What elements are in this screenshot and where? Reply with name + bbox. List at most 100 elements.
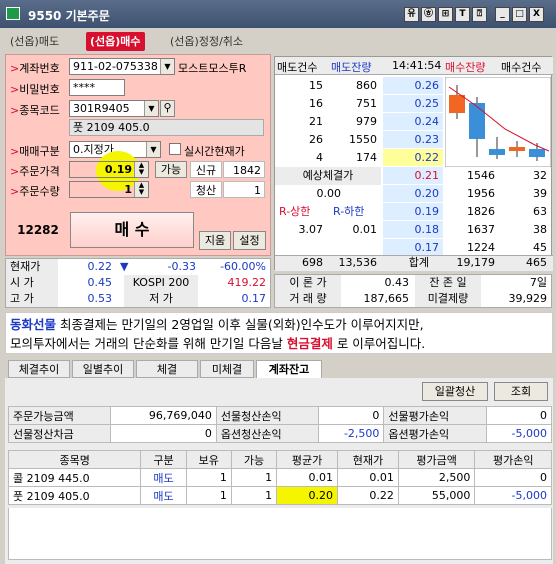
tab-executions[interactable]: 체결 [136,360,198,378]
bulk-clear-button[interactable]: 일괄청산 [422,382,488,401]
notice-tag: 동화선물 [10,317,57,332]
ask-count: 21 [309,115,323,128]
summary-row: 주문가능금액 96,769,040 선물청산손익 0 선물평가손익 0 [7,406,553,425]
ask-price[interactable]: 0.26 [383,77,443,94]
bid-qty: 1637 [467,223,495,236]
ask-count-header: 매도건수 [277,61,318,74]
expected-label: 예상체결가 [275,167,381,185]
bid-price[interactable]: 0.21 [383,167,443,184]
qty-input[interactable]: 1 ▲ ▼ [69,181,149,198]
mini-candle-chart [445,77,551,167]
volume: 187,665 [363,292,410,305]
account-label: >계좌번호 [10,62,60,75]
bid-price[interactable]: 0.17 [383,239,443,256]
tab-account-balance[interactable]: 계좌잔고 [256,360,322,378]
ask-count: 16 [309,97,323,110]
bid-price[interactable]: 0.20 [383,185,443,202]
ask-price-current[interactable]: 0.22 [383,149,443,166]
total-bid-qty: 19,179 [456,256,496,269]
realtime-checkbox[interactable] [169,143,181,155]
help-icon[interactable]: ⍰ [472,7,487,22]
total-bid-count: 465 [526,256,547,269]
tab-unfilled[interactable]: 미체결 [200,360,254,378]
close-button[interactable]: X [529,7,544,22]
balance-panel: 일괄청산 조회 주문가능금액 96,769,040 선물청산손익 0 선물평가손… [5,378,553,564]
order-panel: >계좌번호 911-02-075338 ▼ 모스트모스투R >비밀번호 **** … [5,54,271,256]
bid-price[interactable]: 0.18 [383,221,443,238]
bid-qty: 1956 [467,187,495,200]
r-low-label: R-하한 [333,205,365,218]
ask-count: 4 [316,151,323,164]
candle [509,147,525,151]
notice-emphasis: 현금결제 [286,336,333,351]
current-price: 0.22 [87,260,113,273]
trade-type-label: >매매구분 [10,145,60,158]
low-label: 저 가 [124,291,198,307]
code-name: 풋 2109 405.0 [69,119,264,136]
candle [529,149,545,157]
r-high-label: R-상한 [279,205,311,218]
bid-qty-header: 매수잔량 [445,61,486,74]
stepper-icon[interactable]: ▲ ▼ [134,162,148,177]
notice-text2: 모의투자에서는 거래의 단순화를 위해 만기일 다음날 [10,336,287,351]
candle [469,103,485,139]
code-label: >종목코드 [10,104,60,117]
index-label: KOSPI 200 [124,275,198,291]
available-button[interactable]: 가능 [155,161,187,178]
ask-price[interactable]: 0.23 [383,131,443,148]
bid-price[interactable]: 0.19 [383,203,443,220]
qty-label: >주문수량 [10,185,60,198]
bid-count: 32 [533,169,547,182]
settings-button[interactable]: 설정 [233,231,266,250]
high-price: 0.53 [87,292,113,305]
balance-summary: 주문가능금액 96,769,040 선물청산손익 0 선물평가손익 0 선물정산… [7,406,553,443]
account-select[interactable]: 911-02-075338 ▼ [69,58,175,75]
ask-count: 15 [309,79,323,92]
realtime-label: 실시간현재가 [184,145,245,158]
minimize-button[interactable]: _ [495,7,510,22]
ask-qty: 174 [356,151,377,164]
screen-icon[interactable]: ㉭ [421,7,436,22]
notice-box: 동화선물 최종결제는 만기일의 2영업일 이후 실물(외화)인수도가 이루어지지… [5,312,553,354]
query-button[interactable]: 조회 [494,382,548,401]
ask-price[interactable]: 0.24 [383,113,443,130]
buy-button[interactable]: 매 수 [70,212,194,248]
total-ask-qty: 13,536 [338,256,378,269]
maximize-button[interactable]: □ [512,7,527,22]
link-icon[interactable]: ⊞ [438,7,453,22]
ask-price[interactable]: 0.25 [383,95,443,112]
oi-label: 미결제량 [415,291,481,307]
tab-buy[interactable]: (선옵)매수 [86,32,145,51]
open-interest: 39,929 [508,292,548,305]
chevron-down-icon[interactable]: ▼ [146,142,160,157]
tab-execution-trend[interactable]: 체결추이 [8,360,70,378]
tab-sell[interactable]: (선옵)매도 [10,32,59,51]
bid-count: 63 [533,205,547,218]
pin-icon[interactable]: 유 [404,7,419,22]
title-bar: 9550 기본주문 유 ㉭ ⊞ T ⍰ _ □ X [0,0,556,28]
open-label: 시 가 [6,275,58,291]
positions-header: 종목명 구분 보유 가능 평균가 현재가 평가금액 평가손익 [7,450,552,469]
ask-qty: 751 [356,97,377,110]
ask-qty: 1550 [349,133,377,146]
chevron-down-icon[interactable]: ▼ [160,59,174,74]
table-row[interactable]: 풋 2109 405.0 매도 1 1 0.20 0.22 55,000 -5,… [7,486,552,505]
bid-qty: 1224 [467,241,495,254]
app-icon [6,7,20,20]
search-icon[interactable]: ⚲ [160,100,175,117]
summary-row: 선물정산차금 0 옵션청산손익 -2,500 옵션평가손익 -5,000 [7,424,553,443]
ask-qty-header: 매도잔량 [331,61,372,74]
table-row[interactable]: 콜 2109 445.0 매도 1 1 0.01 0.01 2,500 0 [7,468,552,487]
bid-count-header: 매수건수 [501,61,542,74]
tab-modify-cancel[interactable]: (선옵)정정/취소 [170,32,243,51]
text-icon[interactable]: T [455,7,470,22]
price-input[interactable]: 0.19 ▲ ▼ [69,161,149,178]
orderbook: 매도건수 매도잔량 14:41:54 매수잔량 매수건수 15 860 0.26… [274,56,553,271]
chevron-down-icon[interactable]: ▼ [144,101,158,116]
code-select[interactable]: 301R9405 ▼ [69,100,159,117]
password-field[interactable]: **** [69,79,125,96]
stepper-icon[interactable]: ▲ ▼ [134,182,148,197]
tab-daily-trend[interactable]: 일별추이 [72,360,134,378]
clear-button[interactable]: 지움 [199,231,231,250]
current-label: 현재가 [6,259,58,275]
